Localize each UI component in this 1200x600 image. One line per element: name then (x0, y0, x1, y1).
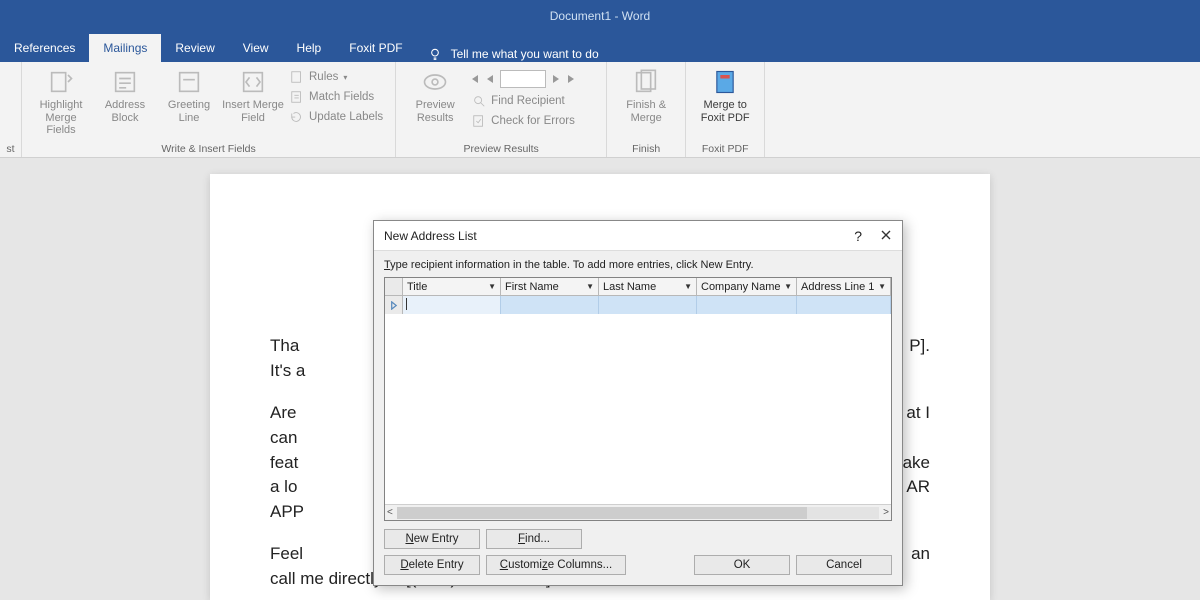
match-fields-button[interactable]: Match Fields (286, 88, 387, 106)
merge-to-foxit-pdf-button[interactable]: Merge to Foxit PDF (694, 66, 756, 141)
cell-last-name[interactable] (599, 296, 697, 314)
dialog-title: New Address List (384, 229, 477, 243)
row-selector[interactable] (385, 296, 403, 314)
scroll-left-icon[interactable]: < (387, 507, 393, 518)
cell-title[interactable] (403, 296, 501, 314)
lightbulb-icon (427, 46, 443, 62)
address-list-grid[interactable]: Title▼ First Name▼ Last Name▼ Company Na… (384, 277, 892, 521)
tab-mailings[interactable]: Mailings (89, 34, 161, 62)
cell-company-name[interactable] (697, 296, 797, 314)
first-record-icon (468, 73, 480, 85)
insert-merge-field-icon (239, 68, 267, 96)
finish-merge-button[interactable]: Finish & Merge (615, 66, 677, 141)
scrollbar-thumb[interactable] (397, 507, 807, 519)
check-errors-icon (472, 114, 486, 128)
prev-record-icon (484, 73, 496, 85)
record-number-input[interactable] (500, 70, 546, 88)
rules-icon (290, 70, 304, 84)
last-record-icon (566, 73, 578, 85)
dropdown-icon[interactable]: ▼ (878, 282, 886, 291)
grid-horizontal-scrollbar[interactable]: < > (385, 504, 891, 520)
column-header-company-name[interactable]: Company Name▼ (697, 278, 797, 295)
dialog-close-button[interactable] (880, 228, 892, 244)
column-header-address-line-1[interactable]: Address Line 1▼ (797, 278, 891, 295)
dialog-instruction: Type recipient information in the table.… (384, 259, 892, 271)
tab-view[interactable]: View (229, 34, 283, 62)
group-label-foxit: Foxit PDF (694, 141, 756, 155)
insert-merge-field-button[interactable]: Insert Merge Field (222, 66, 284, 141)
highlight-merge-fields-button[interactable]: Highlight Merge Fields (30, 66, 92, 141)
dialog-titlebar: New Address List ? (374, 221, 902, 251)
scroll-right-icon[interactable]: > (883, 507, 889, 518)
group-label-finish: Finish (615, 141, 677, 155)
new-address-list-dialog: New Address List ? Type recipient inform… (373, 220, 903, 586)
match-fields-icon (290, 90, 304, 104)
address-block-button[interactable]: Address Block (94, 66, 156, 141)
new-entry-button[interactable]: New Entry (384, 529, 480, 549)
dropdown-icon[interactable]: ▼ (684, 282, 692, 291)
finish-merge-icon (632, 68, 660, 96)
ribbon-tabs: References Mailings Review View Help Fox… (0, 32, 1200, 62)
greeting-line-button[interactable]: Greeting Line (158, 66, 220, 141)
find-recipient-button[interactable]: Find Recipient (468, 92, 598, 110)
dropdown-icon[interactable]: ▼ (784, 282, 792, 291)
tell-me-label: Tell me what you want to do (451, 47, 599, 61)
record-navigator[interactable] (468, 68, 598, 90)
tell-me-search[interactable]: Tell me what you want to do (417, 46, 609, 62)
ribbon: st Highlight Merge Fields Address Block … (0, 62, 1200, 158)
dropdown-icon[interactable]: ▼ (586, 282, 594, 291)
cancel-button[interactable]: Cancel (796, 555, 892, 575)
next-record-icon (550, 73, 562, 85)
grid-header-row: Title▼ First Name▼ Last Name▼ Company Na… (385, 278, 891, 296)
rules-button[interactable]: Rules ▾ (286, 68, 387, 86)
ribbon-group-write-insert: Highlight Merge Fields Address Block Gre… (22, 62, 396, 157)
group-label-write-insert: Write & Insert Fields (30, 141, 387, 155)
ribbon-group-truncated: st (0, 62, 22, 157)
update-labels-button[interactable]: Update Labels (286, 108, 387, 126)
ok-button[interactable]: OK (694, 555, 790, 575)
column-header-title[interactable]: Title▼ (403, 278, 501, 295)
scrollbar-track[interactable] (397, 507, 879, 519)
column-header-last-name[interactable]: Last Name▼ (599, 278, 697, 295)
delete-entry-button[interactable]: Delete Entry (384, 555, 480, 575)
cell-first-name[interactable] (501, 296, 599, 314)
dialog-help-button[interactable]: ? (854, 228, 862, 244)
check-for-errors-button[interactable]: Check for Errors (468, 112, 598, 130)
highlight-icon (47, 68, 75, 96)
greeting-line-icon (175, 68, 203, 96)
window-title: Document1 - Word (550, 9, 650, 23)
ribbon-group-preview-results: Preview Results Find Recipient Check for… (396, 62, 607, 157)
grid-empty-area (385, 314, 891, 504)
address-block-icon (111, 68, 139, 96)
tab-foxit-pdf[interactable]: Foxit PDF (335, 34, 416, 62)
foxit-pdf-icon (711, 68, 739, 96)
column-header-first-name[interactable]: First Name▼ (501, 278, 599, 295)
find-recipient-icon (472, 94, 486, 108)
grid-corner (385, 278, 403, 295)
tab-references[interactable]: References (0, 34, 89, 62)
cell-address-line-1[interactable] (797, 296, 891, 314)
customize-columns-button[interactable]: Customize Columns... (486, 555, 626, 575)
preview-results-icon (421, 68, 449, 96)
grid-data-row[interactable] (385, 296, 891, 314)
title-bar: Document1 - Word (0, 0, 1200, 32)
dropdown-icon[interactable]: ▼ (488, 282, 496, 291)
update-labels-icon (290, 110, 304, 124)
ribbon-group-foxit: Merge to Foxit PDF Foxit PDF (686, 62, 765, 157)
tab-help[interactable]: Help (283, 34, 336, 62)
close-icon (880, 229, 892, 241)
group-label-preview: Preview Results (404, 141, 598, 155)
ribbon-group-finish: Finish & Merge Finish (607, 62, 686, 157)
tab-review[interactable]: Review (161, 34, 228, 62)
find-button[interactable]: Find... (486, 529, 582, 549)
row-indicator-icon (389, 301, 398, 310)
preview-results-button[interactable]: Preview Results (404, 66, 466, 141)
